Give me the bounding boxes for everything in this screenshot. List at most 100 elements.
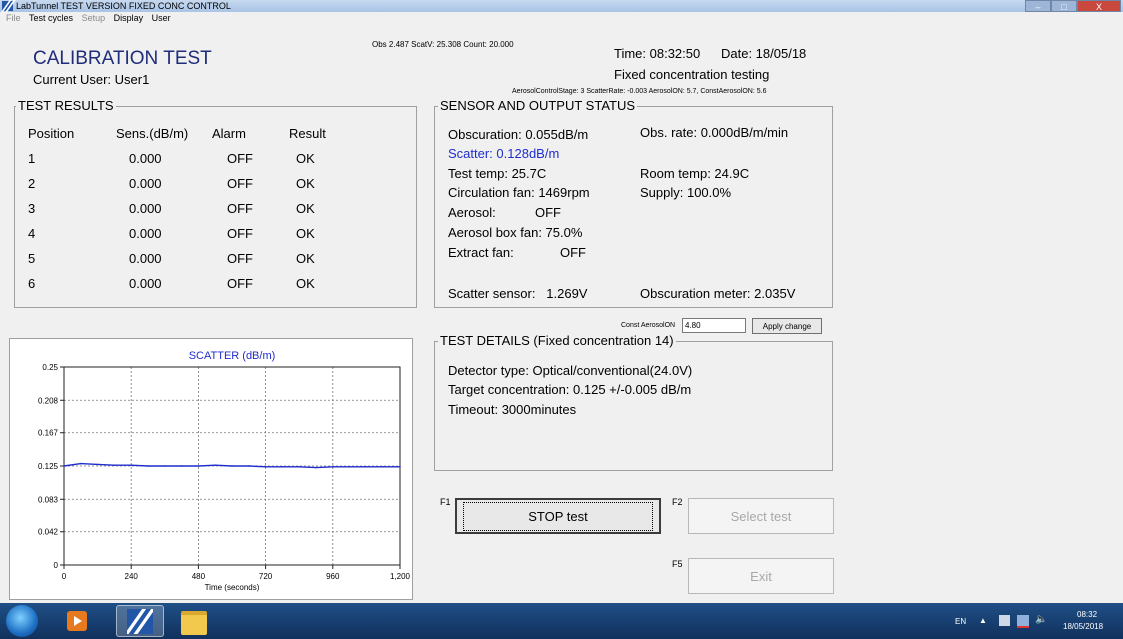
menu-user[interactable]: User <box>152 13 171 23</box>
row-sens-5: 0.000 <box>129 251 162 266</box>
menu-display[interactable]: Display <box>114 13 144 23</box>
scatter-data-point <box>63 465 65 467</box>
row-alarm-2: OFF <box>227 176 253 191</box>
row-alarm-4: OFF <box>227 226 253 241</box>
tray-expand-icon[interactable]: ▲ <box>979 616 987 625</box>
const-aerosol-label: Const AerosolON <box>621 322 676 329</box>
row-sens-4: 0.000 <box>129 226 162 241</box>
col-header-result: Result <box>289 126 326 141</box>
x-tick-label: 480 <box>192 572 206 581</box>
menu-bar: File Test cycles Setup Display User <box>0 12 1123 24</box>
col-header-sens: Sens.(dB/m) <box>116 126 189 141</box>
speaker-icon[interactable]: 🔈 <box>1035 614 1047 625</box>
row-result-4: OK <box>296 226 315 241</box>
scatter-data-point <box>264 465 267 468</box>
extract-fan-label: Extract fan: <box>448 245 514 260</box>
y-tick-label: 0.208 <box>38 396 59 405</box>
scatter-sensor-readout: Scatter sensor: 1.269V <box>448 286 588 301</box>
obs-rate-readout: Obs. rate: 0.000dB/m/min <box>640 125 789 140</box>
stop-test-label: STOP test <box>463 501 653 531</box>
row-position-5: 5 <box>28 251 36 266</box>
time-readout: Time: 08:32:50 <box>614 46 701 61</box>
exit-button[interactable]: Exit <box>688 558 834 594</box>
scatter-data-point <box>214 464 216 467</box>
stop-test-button[interactable]: STOP test <box>455 498 661 534</box>
circulation-fan-readout: Circulation fan: 1469rpm <box>448 185 590 200</box>
scatter-data-point <box>348 465 351 468</box>
maximize-button[interactable]: □ <box>1051 0 1077 12</box>
row-position-3: 3 <box>28 201 36 216</box>
room-temp-readout: Room temp: 24.9C <box>640 166 750 181</box>
clock-date[interactable]: 18/05/2018 <box>1063 622 1103 631</box>
x-axis-label: Time (seconds) <box>205 583 260 592</box>
aerosol-box-fan-readout: Aerosol box fan: 75.0% <box>448 225 583 240</box>
scatter-data-point <box>96 463 99 466</box>
menu-file[interactable]: File <box>6 13 21 23</box>
start-orb-icon[interactable] <box>6 605 38 637</box>
date-readout: Date: 18/05/18 <box>721 46 807 61</box>
row-position-6: 6 <box>28 276 36 291</box>
row-alarm-6: OFF <box>227 276 253 291</box>
x-tick-label: 720 <box>259 572 273 581</box>
apply-change-button[interactable]: Apply change <box>752 318 822 334</box>
scatter-data-point <box>399 465 401 468</box>
test-mode-label: Fixed concentration testing <box>614 67 770 82</box>
row-result-5: OK <box>296 251 315 266</box>
scatter-data-point <box>147 465 149 467</box>
row-alarm-5: OFF <box>227 251 253 266</box>
scatter-data-point <box>315 466 317 469</box>
row-result-3: OK <box>296 201 315 216</box>
select-test-button[interactable]: Select test <box>688 498 834 534</box>
y-tick-label: 0.125 <box>38 462 59 471</box>
scatter-data-point <box>365 465 368 468</box>
menu-setup[interactable]: Setup <box>82 13 106 23</box>
window-title: LabTunnel TEST VERSION FIXED CONC CONTRO… <box>16 1 231 11</box>
action-center-flag-icon[interactable] <box>999 615 1010 626</box>
clock-time[interactable]: 08:32 <box>1077 610 1097 619</box>
minimize-button[interactable]: – <box>1025 0 1051 12</box>
y-tick-label: 0.042 <box>38 528 59 537</box>
y-tick-label: 0.25 <box>42 363 58 372</box>
row-sens-2: 0.000 <box>129 176 162 191</box>
folder-icon <box>181 611 207 635</box>
row-result-6: OK <box>296 276 315 291</box>
row-result-1: OK <box>296 151 315 166</box>
row-alarm-3: OFF <box>227 201 253 216</box>
row-result-2: OK <box>296 176 315 191</box>
y-tick-label: 0.167 <box>38 429 59 438</box>
test-details-legend: TEST DETAILS (Fixed concentration 14) <box>438 333 676 348</box>
row-position-4: 4 <box>28 226 36 241</box>
scatter-data-point <box>80 462 82 465</box>
taskbar-media-player[interactable] <box>54 605 102 637</box>
y-tick-label: 0 <box>54 561 59 570</box>
window-title-bar[interactable]: LabTunnel TEST VERSION FIXED CONC CONTRO… <box>0 0 1123 12</box>
row-position-1: 1 <box>28 151 36 166</box>
obs-status-line: Obs 2.487 ScatV: 25.308 Count: 20.000 <box>372 40 514 49</box>
taskbar-file-explorer[interactable] <box>170 605 218 637</box>
detector-type-readout: Detector type: Optical/conventional(24.0… <box>448 363 693 378</box>
scatter-data-point <box>382 465 385 468</box>
const-aerosol-input[interactable] <box>682 318 746 333</box>
scatter-chart: SCATTER (dB/m) 0 240 480 720 960 1,200 0 0.042 0.… <box>38 350 411 592</box>
scatter-data-point <box>164 465 166 467</box>
taskbar-labtunnel[interactable] <box>116 605 164 637</box>
scatter-data-point <box>113 464 116 467</box>
language-indicator[interactable]: EN <box>955 617 966 626</box>
col-header-position: Position <box>28 126 75 141</box>
scatter-data-point <box>281 465 284 468</box>
row-sens-6: 0.000 <box>129 276 162 291</box>
network-icon[interactable] <box>1017 615 1029 628</box>
target-concentration-readout: Target concentration: 0.125 +/-0.005 dB/… <box>448 382 692 397</box>
obscuration-meter-readout: Obscuration meter: 2.035V <box>640 286 796 301</box>
extract-fan-value: OFF <box>560 245 586 260</box>
scatter-data-point <box>332 465 334 468</box>
col-header-alarm: Alarm <box>212 126 246 141</box>
row-alarm-1: OFF <box>227 151 253 166</box>
aerosol-value: OFF <box>535 205 561 220</box>
sensor-status-legend: SENSOR AND OUTPUT STATUS <box>438 98 638 113</box>
windows-taskbar: EN ▲ 🔈 08:32 18/05/2018 <box>0 603 1123 639</box>
aerosol-label: Aerosol: <box>448 205 496 220</box>
menu-test-cycles[interactable]: Test cycles <box>29 13 73 23</box>
close-button[interactable]: X <box>1077 0 1121 12</box>
x-tick-label: 0 <box>62 572 67 581</box>
